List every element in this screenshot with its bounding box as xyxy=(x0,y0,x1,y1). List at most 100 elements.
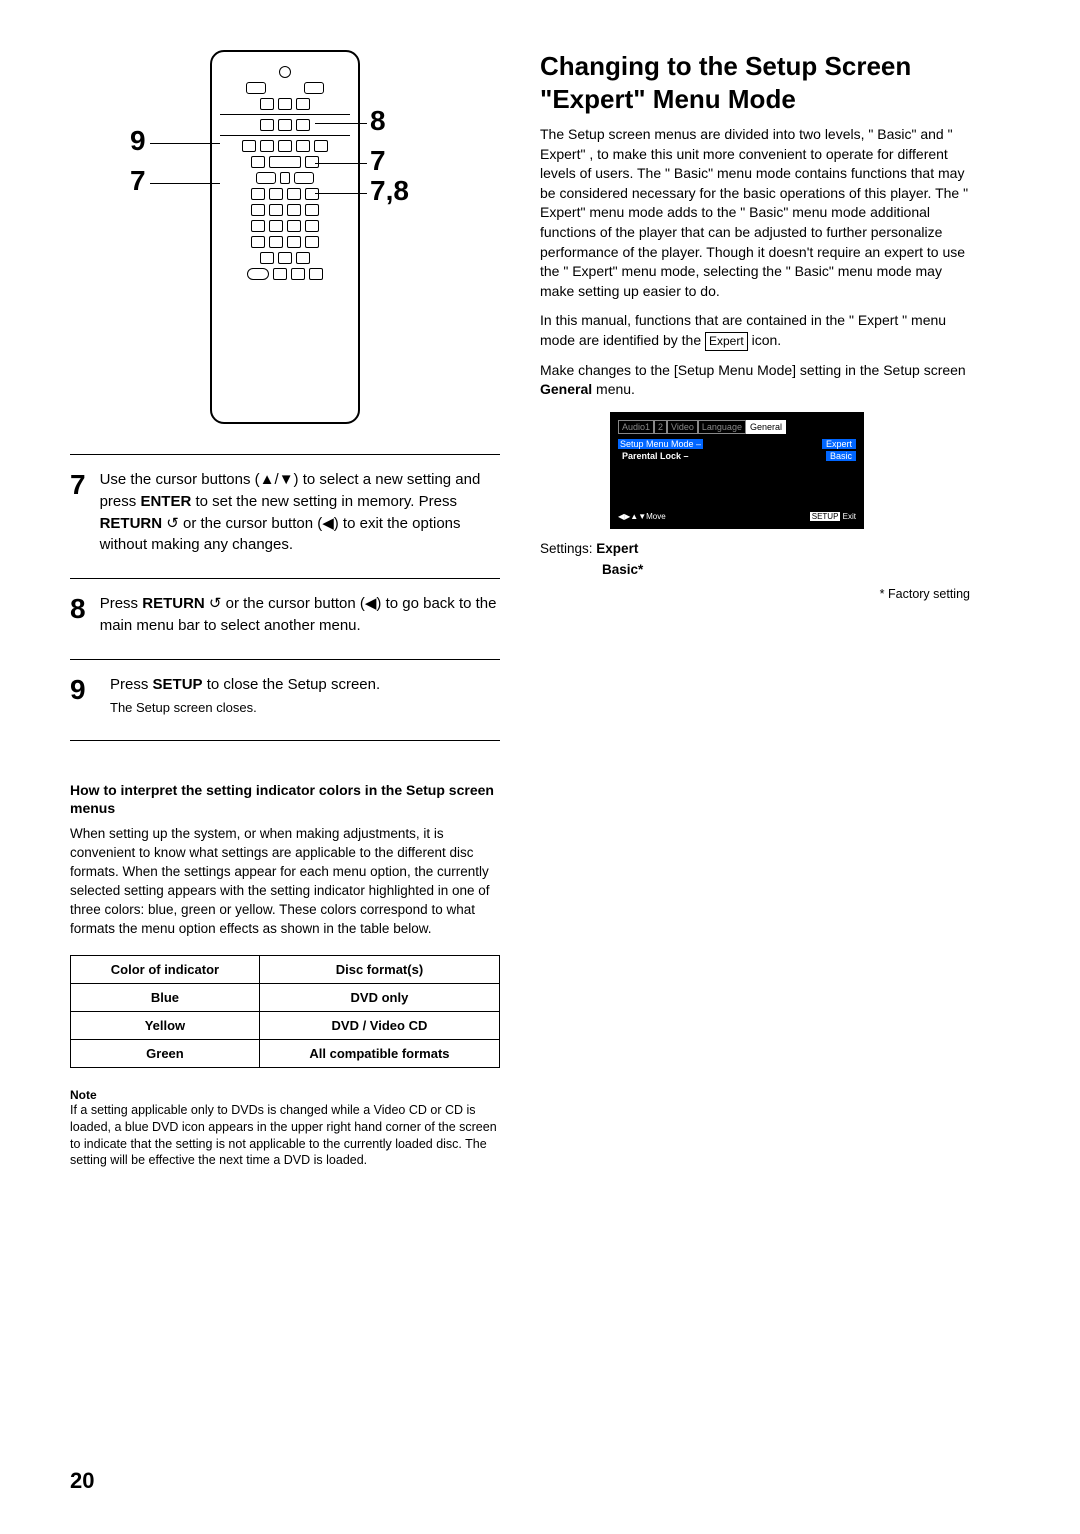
remote-button xyxy=(287,204,301,216)
remote-button xyxy=(251,220,265,232)
remote-diagram: 9 7 8 7 7,8 xyxy=(70,50,500,424)
remote-button xyxy=(291,268,305,280)
osd-exit: SETUP Exit xyxy=(810,512,856,521)
settings-line: Settings: Expert xyxy=(540,541,970,556)
step-8: 8 Press RETURN ↺ or the cursor button (◀… xyxy=(70,585,500,649)
remote-button xyxy=(287,236,301,248)
callout-line xyxy=(150,183,220,184)
divider xyxy=(70,454,500,455)
remote-button xyxy=(305,188,319,200)
table-header: Color of indicator xyxy=(71,955,260,983)
remote-button xyxy=(260,119,274,131)
remote-button xyxy=(269,236,283,248)
callout-7-left: 7 xyxy=(130,165,146,197)
step-number: 7 xyxy=(70,469,86,556)
osd-move: ◀▶▲▼Move xyxy=(618,512,666,521)
subheading: How to interpret the setting indicator c… xyxy=(70,781,500,817)
remote-button xyxy=(305,204,319,216)
callout-7-right: 7 xyxy=(370,145,386,177)
remote-button xyxy=(269,204,283,216)
osd-label: Setup Menu Mode – xyxy=(618,439,703,449)
callout-line xyxy=(150,143,220,144)
table-header-row: Color of indicator Disc format(s) xyxy=(71,955,500,983)
step-7: 7 Use the cursor buttons (▲/▼) to select… xyxy=(70,461,500,568)
osd-bottom-bar: ◀▶▲▼Move SETUP Exit xyxy=(618,512,856,521)
paragraph: Make changes to the [Setup Menu Mode] se… xyxy=(540,361,970,400)
remote-button xyxy=(278,98,292,110)
page-number: 20 xyxy=(70,1468,94,1494)
callout-line xyxy=(315,193,367,194)
table-row: Yellow DVD / Video CD xyxy=(71,1011,500,1039)
step-number: 8 xyxy=(70,593,86,637)
manual-page: 9 7 8 7 7,8 7 Use the cursor buttons (▲/… xyxy=(0,0,1080,1534)
remote-button xyxy=(287,188,301,200)
divider xyxy=(70,740,500,741)
paragraph: In this manual, functions that are conta… xyxy=(540,311,970,350)
step-text: Press RETURN ↺ or the cursor button (◀) … xyxy=(100,593,500,637)
remote-button xyxy=(251,156,265,168)
remote-button xyxy=(269,156,301,168)
remote-button xyxy=(305,236,319,248)
settings-line: Basic* xyxy=(540,562,970,577)
remote-button xyxy=(305,156,319,168)
osd-value: Basic xyxy=(826,451,856,461)
remote-button xyxy=(273,268,287,280)
body-paragraph: When setting up the system, or when maki… xyxy=(70,825,500,938)
remote-button xyxy=(296,140,310,152)
osd-tab: 2 xyxy=(654,420,667,434)
remote-button xyxy=(287,220,301,232)
callout-7-8: 7,8 xyxy=(370,175,409,207)
table-header: Disc format(s) xyxy=(259,955,499,983)
factory-note: * Factory setting xyxy=(540,587,970,601)
expert-icon: Expert xyxy=(705,332,748,351)
remote-button xyxy=(296,252,310,264)
remote-button xyxy=(251,236,265,248)
osd-tab: Audio1 xyxy=(618,420,654,434)
step-9: 9 Press SETUP to close the Setup screen.… xyxy=(70,666,500,731)
step-text: Press SETUP to close the Setup screen. T… xyxy=(110,674,380,719)
settings-basic: Basic* xyxy=(602,562,643,577)
right-column: Changing to the Setup Screen "Expert" Me… xyxy=(540,50,970,1169)
table-cell: Blue xyxy=(71,983,260,1011)
note-body: If a setting applicable only to DVDs is … xyxy=(70,1102,500,1170)
osd-label: Parental Lock – xyxy=(618,451,689,461)
remote-button xyxy=(279,66,291,78)
osd-row: Setup Menu Mode – Expert xyxy=(618,438,856,450)
osd-screenshot: Audio1 2 Video Language General Setup Me… xyxy=(610,412,864,529)
section-title: Changing to the Setup Screen "Expert" Me… xyxy=(540,50,970,115)
divider xyxy=(70,578,500,579)
step-number: 9 xyxy=(70,674,96,719)
divider xyxy=(70,659,500,660)
remote-button xyxy=(304,82,324,94)
remote-button xyxy=(280,172,290,184)
remote-button xyxy=(256,172,276,184)
note-heading: Note xyxy=(70,1088,500,1102)
paragraph-text: icon. xyxy=(748,332,781,348)
osd-value: Expert xyxy=(822,439,856,449)
remote-button xyxy=(294,172,314,184)
step-substep: The Setup screen closes. xyxy=(110,699,380,718)
two-column-layout: 9 7 8 7 7,8 7 Use the cursor buttons (▲/… xyxy=(70,50,1010,1169)
remote-button xyxy=(269,188,283,200)
remote-button xyxy=(260,98,274,110)
remote-button xyxy=(260,252,274,264)
osd-tab-active: General xyxy=(746,420,786,434)
remote-button xyxy=(260,140,274,152)
remote-button xyxy=(246,82,266,94)
table-cell: DVD only xyxy=(259,983,499,1011)
remote-button xyxy=(278,252,292,264)
color-indicator-table: Color of indicator Disc format(s) Blue D… xyxy=(70,955,500,1068)
remote-button xyxy=(251,204,265,216)
osd-tab: Video xyxy=(667,420,698,434)
table-cell: Yellow xyxy=(71,1011,260,1039)
osd-content: Audio1 2 Video Language General Setup Me… xyxy=(612,414,862,527)
osd-row: Parental Lock – Basic xyxy=(618,450,856,462)
settings-expert: Expert xyxy=(596,541,638,556)
remote-button xyxy=(296,98,310,110)
remote-button xyxy=(314,140,328,152)
callout-line xyxy=(315,123,367,124)
callout-9: 9 xyxy=(130,125,146,157)
remote-button xyxy=(247,268,269,280)
settings-label: Settings: xyxy=(540,541,593,556)
remote-button xyxy=(296,119,310,131)
